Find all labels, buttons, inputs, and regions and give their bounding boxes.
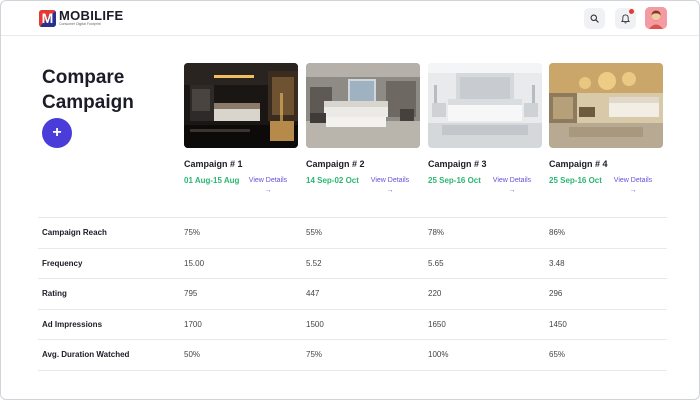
table-cell: 15.00 (184, 258, 205, 268)
campaign-4-name: Campaign # 4 (549, 159, 608, 169)
row-label: Avg. Duration Watched (42, 350, 130, 359)
app-window: M MOBILIFE Consumer Digital Footprint Co… (0, 0, 700, 400)
row-label: Campaign Reach (42, 228, 107, 237)
arrow-right-icon: → (386, 187, 394, 194)
arrow-right-icon: → (629, 187, 637, 194)
campaign-column-1: Campaign # 1 01 Aug-15 Aug View Details … (184, 63, 298, 194)
brand-logo[interactable]: M MOBILIFE Consumer Digital Footprint (39, 9, 124, 27)
table-row-rating: Rating 795 447 220 296 (38, 278, 667, 309)
table-cell: 447 (306, 289, 320, 298)
campaign-1-name: Campaign # 1 (184, 159, 243, 169)
table-cell: 65% (549, 350, 566, 359)
comparison-table: Campaign Reach 75% 55% 78% 86% Frequency… (38, 217, 667, 371)
notifications-button[interactable] (615, 8, 636, 29)
table-cell: 3.48 (549, 258, 565, 268)
bell-icon (621, 13, 630, 23)
campaign-2-name: Campaign # 2 (306, 159, 365, 169)
campaign-3-image[interactable] (428, 63, 542, 148)
campaign-2-dates: 14 Sep-02 Oct (306, 176, 359, 185)
table-cell: 50% (184, 350, 201, 359)
table-cell: 100% (428, 350, 449, 359)
table-cell: 795 (184, 289, 198, 298)
table-row-avg-duration-watched: Avg. Duration Watched 50% 75% 100% 65% (38, 339, 667, 370)
avatar-image (645, 7, 667, 29)
table-row-ad-impressions: Ad Impressions 1700 1500 1650 1450 (38, 308, 667, 340)
campaign-2-image[interactable] (306, 63, 420, 148)
campaign-4-image[interactable] (549, 63, 663, 148)
top-bar: M MOBILIFE Consumer Digital Footprint (1, 1, 699, 36)
table-row-campaign-reach: Campaign Reach 75% 55% 78% 86% (38, 217, 667, 248)
table-cell: 86% (549, 228, 566, 237)
campaign-4-dates: 25 Sep-16 Oct (549, 176, 602, 185)
user-avatar[interactable] (645, 7, 667, 29)
table-cell: 296 (549, 289, 563, 298)
brand-name: MOBILIFE (59, 8, 124, 23)
table-cell: 1700 (184, 319, 202, 329)
search-icon (590, 14, 599, 23)
table-cell: 55% (306, 228, 323, 237)
campaign-3-view-details-link[interactable]: View Details → (486, 176, 538, 196)
campaign-1-image[interactable] (184, 63, 298, 148)
table-cell: 75% (184, 228, 201, 237)
brand-tagline: Consumer Digital Footprint (59, 22, 101, 26)
search-button[interactable] (584, 8, 605, 29)
page-title: Compare Campaign (42, 67, 134, 113)
campaign-3-dates: 25 Sep-16 Oct (428, 176, 481, 185)
campaign-column-2: Campaign # 2 14 Sep-02 Oct View Details … (306, 63, 420, 194)
table-bottom-border (38, 369, 667, 371)
table-cell: 220 (428, 289, 442, 298)
campaign-1-view-details-link[interactable]: View Details → (242, 176, 294, 196)
table-cell: 1450 (549, 319, 567, 329)
campaign-column-4: Campaign # 4 25 Sep-16 Oct View Details … (549, 63, 663, 194)
row-label: Rating (42, 289, 67, 298)
notification-dot (629, 9, 634, 14)
table-cell: 5.65 (428, 258, 444, 268)
table-cell: 1650 (428, 319, 446, 329)
table-cell: 75% (306, 350, 323, 359)
campaign-4-view-details-link[interactable]: View Details → (607, 176, 659, 196)
table-cell: 78% (428, 228, 445, 237)
table-cell: 1500 (306, 319, 324, 329)
table-row-frequency: Frequency 15.00 5.52 5.65 3.48 (38, 247, 667, 279)
arrow-right-icon: → (508, 187, 516, 194)
table-cell: 5.52 (306, 258, 322, 268)
arrow-right-icon: → (264, 187, 272, 194)
row-label: Frequency (42, 258, 83, 268)
add-campaign-button[interactable]: + (42, 118, 72, 148)
row-label: Ad Impressions (42, 319, 103, 329)
campaign-2-view-details-link[interactable]: View Details → (364, 176, 416, 196)
campaign-3-name: Campaign # 3 (428, 159, 487, 169)
logo-mark-icon: M (39, 9, 56, 27)
campaign-column-3: Campaign # 3 25 Sep-16 Oct View Details … (428, 63, 542, 194)
campaign-1-dates: 01 Aug-15 Aug (184, 176, 240, 185)
